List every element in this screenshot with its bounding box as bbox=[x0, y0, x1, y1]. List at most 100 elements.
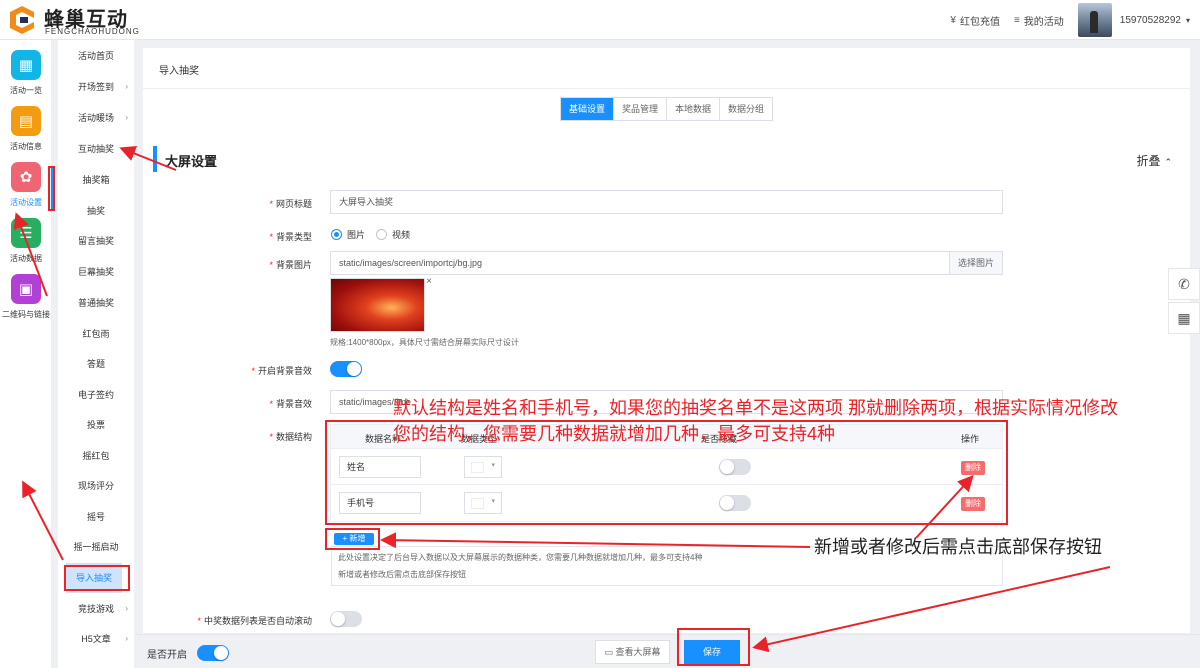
tab-prize-management[interactable]: 奖品管理 bbox=[613, 98, 667, 120]
choose-image-button[interactable]: 选择图片 bbox=[949, 251, 1003, 275]
bg-sound-label: * 背景音效 bbox=[269, 399, 312, 409]
chevron-right-icon: › bbox=[125, 604, 128, 613]
subnav-item[interactable]: 开场签到 › bbox=[58, 72, 134, 102]
annotation-text: 新增或者修改后需点击底部保存按钮 bbox=[814, 537, 1102, 557]
annotation-box bbox=[48, 166, 55, 211]
bg-sound-switch-label: * 开启背景音效 bbox=[251, 366, 312, 376]
subnav-item[interactable]: 巨幕抽奖 bbox=[58, 257, 134, 287]
subnav-label: 现场评分 bbox=[77, 481, 114, 491]
subnav-label: 开场签到 bbox=[77, 82, 114, 92]
subnav-label: 抽奖 bbox=[86, 206, 105, 216]
enable-toggle[interactable] bbox=[197, 645, 229, 661]
my-activity-link[interactable]: ≡ 我的活动 bbox=[1014, 13, 1064, 28]
subnav-label: 答题 bbox=[86, 359, 105, 369]
primary-sidebar: ▦ 活动一览 ▤ 活动信息 ✿ 活动设置 ☰ 活动数据 ▣ 二维码与链接 bbox=[0, 40, 53, 668]
collapse-label: 折叠 bbox=[1136, 154, 1161, 168]
chevron-down-icon: ▾ bbox=[1185, 15, 1190, 25]
subnav-item[interactable]: 答题 bbox=[58, 349, 134, 379]
chevron-up-icon: ⌃ bbox=[1164, 157, 1172, 167]
subnav-item[interactable]: 现场评分 bbox=[58, 471, 134, 501]
subnav-item[interactable]: 留言抽奖 bbox=[58, 226, 134, 256]
subnav-item[interactable]: 竞技游戏 › bbox=[58, 594, 134, 624]
subnav-label: 巨幕抽奖 bbox=[77, 267, 114, 277]
subnav-label: 摇号 bbox=[86, 512, 105, 522]
annotation-text: 您的结构，您需要几种数据就增加几种，最多可支持4种 bbox=[393, 424, 836, 444]
bg-image-path-input[interactable]: static/images/screen/importcj/bg.jpg bbox=[330, 251, 950, 275]
page-title-input[interactable]: 大屏导入抽奖 bbox=[330, 190, 1003, 214]
logo-icon bbox=[10, 6, 34, 34]
subnav-label: 抽奖箱 bbox=[82, 175, 110, 185]
list-icon: ≡ bbox=[1013, 14, 1020, 26]
note-line: 此处设置决定了后台导入数据以及大屏幕展示的数据种类，您需要几种数据就增加几种，最… bbox=[338, 553, 703, 562]
close-icon[interactable]: × bbox=[426, 276, 432, 287]
subnav-item[interactable]: 活动首页 bbox=[58, 41, 134, 71]
subnav-label: 活动暖场 bbox=[77, 113, 114, 123]
subnav-item[interactable]: 抽奖箱 bbox=[58, 165, 134, 195]
header-actions: ¥ 红包充值 ≡ 我的活动 15970528292 ▾ bbox=[950, 0, 1190, 40]
bg-image-hint: 规格:1400*800px，具体尺寸需结合屏幕实际尺寸设计 bbox=[330, 338, 519, 347]
divider bbox=[143, 88, 1190, 89]
annotation-text: 默认结构是姓名和手机号，如果您的抽奖名单不是这两项 那就删除两项，根据实际情况修… bbox=[393, 398, 1118, 418]
data-structure-label: * 数据结构 bbox=[269, 432, 312, 442]
phone-icon[interactable]: ✆ bbox=[1168, 268, 1200, 300]
brand-logo[interactable]: 蜂巢互动 FENGCHAOHUDONG bbox=[6, 2, 146, 38]
subnav-label: 电子签约 bbox=[77, 390, 114, 400]
nav-label: 活动一览 bbox=[10, 86, 42, 95]
section-marker bbox=[153, 146, 157, 172]
annotation-box bbox=[64, 565, 130, 591]
subnav-item[interactable]: H5文章 › bbox=[58, 624, 134, 654]
gear-icon: ✿ bbox=[11, 162, 41, 192]
monitor-icon: ▭ bbox=[604, 647, 613, 657]
bg-type-label: * 背景类型 bbox=[269, 232, 312, 242]
subnav-item[interactable]: 投票 bbox=[58, 410, 134, 440]
radio-bg-video[interactable]: 视频 bbox=[376, 228, 410, 241]
database-icon: ☰ bbox=[11, 218, 41, 248]
subnav-item[interactable]: 电子签约 bbox=[58, 380, 134, 410]
tab-data-groups[interactable]: 数据分组 bbox=[719, 98, 773, 120]
subnav-item[interactable]: 普通抽奖 bbox=[58, 288, 134, 318]
subnav-label: H5文章 bbox=[81, 634, 111, 644]
page-title: 导入抽奖 bbox=[159, 66, 199, 77]
auto-scroll-toggle[interactable] bbox=[330, 611, 362, 627]
subnav-item[interactable]: 红包雨 bbox=[58, 319, 134, 349]
username: 15970528292 bbox=[1119, 14, 1181, 26]
bg-sound-toggle[interactable] bbox=[330, 361, 362, 377]
subnav-item[interactable]: 摇一摇启动 bbox=[58, 532, 134, 562]
recharge-label: 红包充值 bbox=[959, 16, 1000, 28]
bg-image-preview bbox=[330, 278, 425, 332]
subnav-item[interactable]: 摇号 bbox=[58, 502, 134, 532]
chevron-down-icon: ⌄ bbox=[121, 144, 128, 153]
user-menu[interactable]: 15970528292 ▾ bbox=[1120, 15, 1190, 26]
nav-activity-data[interactable]: ☰ 活动数据 bbox=[0, 212, 52, 268]
view-screen-button[interactable]: ▭ 查看大屏幕 bbox=[595, 640, 670, 664]
nav-qrcode-link[interactable]: ▣ 二维码与链接 bbox=[0, 268, 52, 324]
subnav-label: 活动首页 bbox=[77, 51, 114, 61]
subnav-item[interactable]: 摇红包 bbox=[58, 441, 134, 471]
recharge-link[interactable]: ¥ 红包充值 bbox=[950, 13, 1000, 28]
chevron-right-icon: › bbox=[125, 634, 128, 643]
annotation-box bbox=[677, 628, 750, 666]
tab-local-data[interactable]: 本地数据 bbox=[666, 98, 720, 120]
subnav-item[interactable]: 抽奖 bbox=[58, 196, 134, 226]
subnav-item[interactable]: 活动暖场 › bbox=[58, 103, 134, 133]
nav-activity-list[interactable]: ▦ 活动一览 bbox=[0, 44, 52, 100]
radio-bg-image[interactable]: 图片 bbox=[331, 228, 365, 241]
qrcode-icon[interactable]: ▦ bbox=[1168, 302, 1200, 334]
subnav-label: 互动抽奖 bbox=[77, 144, 114, 154]
chevron-right-icon: › bbox=[125, 113, 128, 122]
nav-activity-settings[interactable]: ✿ 活动设置 bbox=[0, 156, 53, 212]
subnav-item-interactive-draw[interactable]: 互动抽奖 ⌄ bbox=[58, 134, 134, 164]
my-activity-label: 我的活动 bbox=[1023, 16, 1064, 28]
title-field-label: * 网页标题 bbox=[269, 199, 312, 209]
auto-scroll-label: * 中奖数据列表是否自动滚动 bbox=[197, 616, 312, 626]
avatar[interactable] bbox=[1077, 3, 1112, 37]
tab-basic-settings[interactable]: 基础设置 bbox=[561, 98, 614, 120]
nav-activity-info[interactable]: ▤ 活动信息 bbox=[0, 100, 52, 156]
chevron-right-icon: › bbox=[125, 82, 128, 91]
top-header: 蜂巢互动 FENGCHAOHUDONG ¥ 红包充值 ≡ 我的活动 159705… bbox=[0, 0, 1200, 40]
subnav-label: 摇一摇启动 bbox=[73, 542, 119, 552]
nav-label: 二维码与链接 bbox=[2, 310, 50, 319]
collapse-toggle[interactable]: 折叠 ⌃ bbox=[1136, 152, 1172, 169]
brand-subtitle: FENGCHAOHUDONG bbox=[45, 27, 140, 36]
subnav-label: 留言抽奖 bbox=[77, 236, 114, 246]
